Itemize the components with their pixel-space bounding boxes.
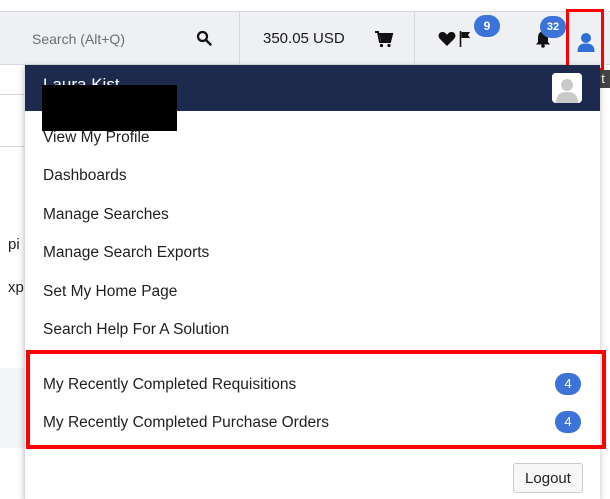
cart-icon[interactable] <box>374 30 394 48</box>
heart-icon[interactable] <box>438 31 456 47</box>
user-icon <box>577 33 595 52</box>
header-divider <box>239 12 240 64</box>
background-text-fragment: xp <box>8 279 24 296</box>
highlight-box <box>26 350 606 449</box>
cart-balance[interactable]: 350.05 USD <box>263 30 345 47</box>
header-divider <box>414 12 415 64</box>
user-menu-button[interactable] <box>566 9 604 71</box>
background-panel <box>0 368 24 448</box>
flag-count-badge: 9 <box>474 15 500 37</box>
menu-item-dashboards[interactable]: Dashboards <box>43 167 127 185</box>
redacted-block <box>42 85 177 131</box>
search-input[interactable]: Search (Alt+Q) <box>32 31 125 47</box>
search-icon[interactable] <box>196 30 212 46</box>
menu-item-manage-searches[interactable]: Manage Searches <box>43 206 169 224</box>
top-header-bar: Search (Alt+Q) 350.05 USD 9 32 <box>0 9 610 71</box>
background-text-fragment: pi <box>8 236 20 253</box>
background-divider <box>0 94 24 95</box>
notification-count-badge: 32 <box>540 16 566 38</box>
background-divider <box>0 146 24 147</box>
menu-item-manage-search-exports[interactable]: Manage Search Exports <box>43 244 209 262</box>
logout-button[interactable]: Logout <box>513 463 583 493</box>
avatar-placeholder-icon <box>552 73 582 103</box>
menu-item-search-help[interactable]: Search Help For A Solution <box>43 321 229 339</box>
menu-item-view-profile[interactable]: View My Profile <box>43 129 150 147</box>
avatar <box>552 73 582 103</box>
menu-item-set-home-page[interactable]: Set My Home Page <box>43 283 177 301</box>
flag-icon[interactable] <box>459 30 471 48</box>
